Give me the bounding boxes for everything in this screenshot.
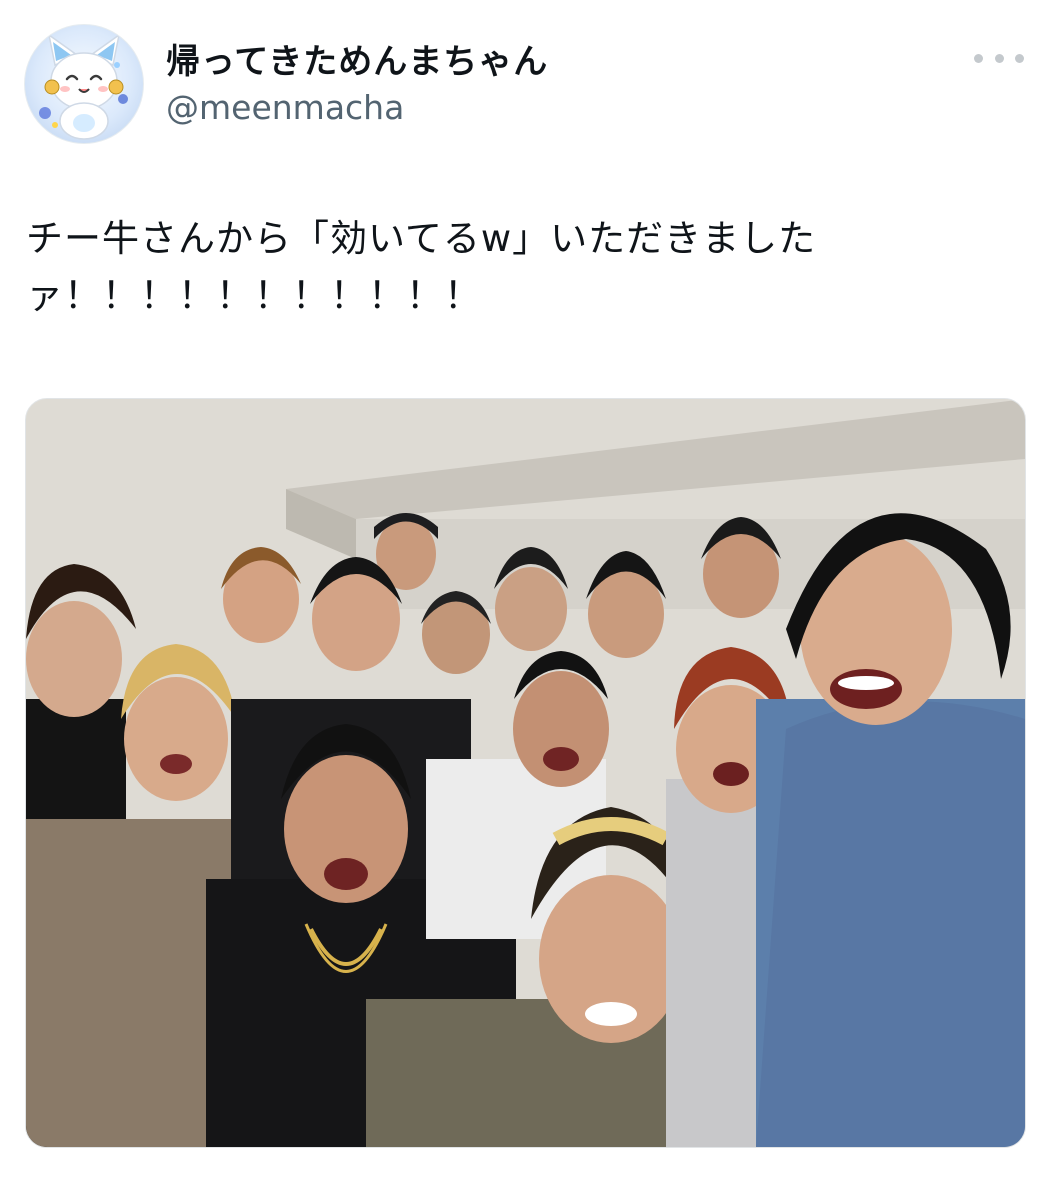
avatar-cat-icon bbox=[39, 33, 128, 140]
display-name[interactable]: 帰ってきためんまちゃん bbox=[166, 34, 548, 83]
attached-photo[interactable] bbox=[25, 398, 1026, 1148]
more-options-button[interactable] bbox=[974, 44, 1024, 72]
avatar[interactable] bbox=[24, 24, 144, 144]
more-dot-icon bbox=[1015, 53, 1024, 63]
tweet-card: 帰ってきためんまちゃん @meenmacha チー牛さんから「効いてるw」いただ… bbox=[0, 0, 1049, 1200]
tweet-text: チー牛さんから「効いてるw」いただきました ァ！！！！！！！！！！！ bbox=[26, 210, 1016, 324]
tweet-text-line: ァ！！！！！！！！！！！ bbox=[26, 274, 482, 317]
tweet-text-line: チー牛さんから「効いてるw」いただきました bbox=[26, 217, 817, 260]
more-dot-icon bbox=[974, 53, 983, 63]
group-photo-image bbox=[26, 399, 1025, 1147]
user-handle[interactable]: @meenmacha bbox=[166, 88, 404, 127]
more-dot-icon bbox=[994, 53, 1004, 63]
